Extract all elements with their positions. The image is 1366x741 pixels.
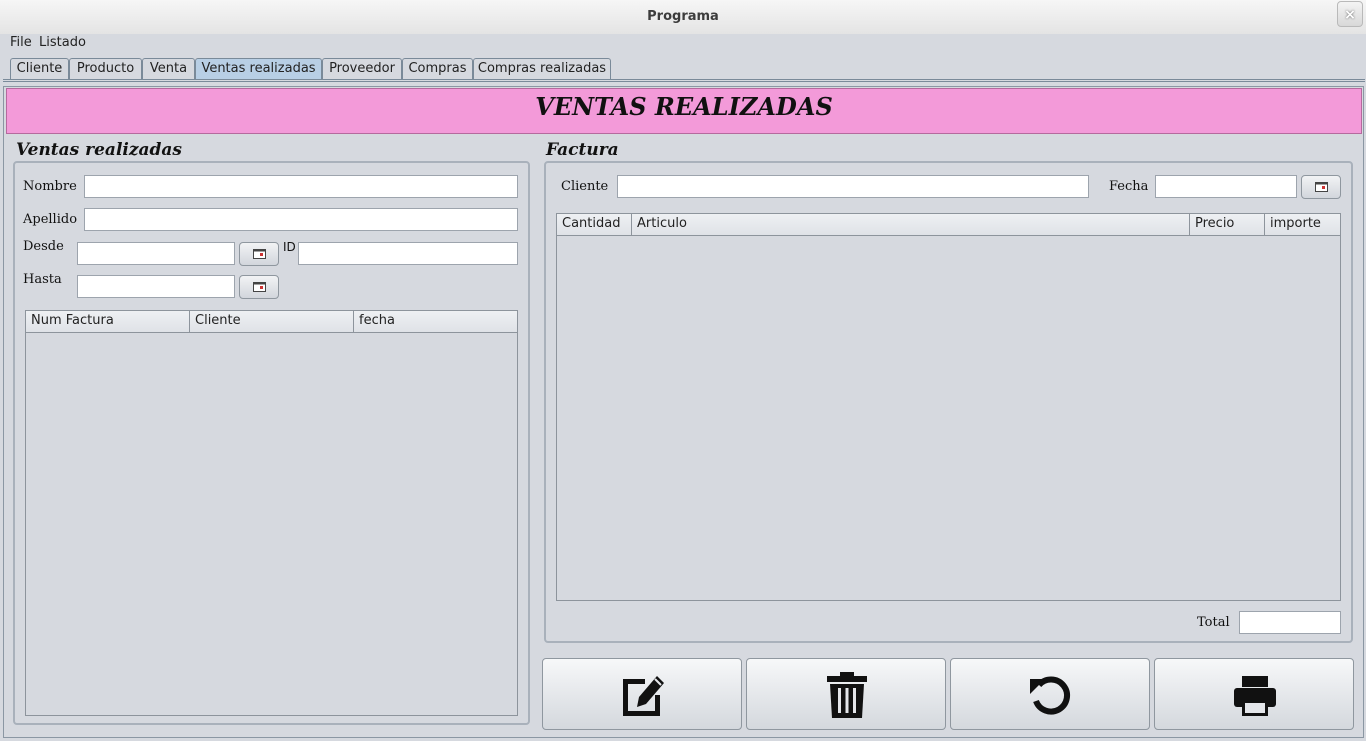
menu-listado[interactable]: Listado (39, 35, 86, 50)
column-cantidad[interactable]: Cantidad (557, 214, 632, 235)
hasta-field[interactable] (77, 275, 235, 298)
title-bar: Programa × (0, 0, 1366, 35)
tab-ventas-realizadas[interactable]: Ventas realizadas (195, 58, 322, 79)
tab-compras[interactable]: Compras (402, 58, 473, 79)
ventas-table[interactable]: Num Factura Cliente fecha (25, 310, 518, 716)
tab-cliente[interactable]: Cliente (10, 58, 69, 79)
column-fecha[interactable]: fecha (354, 311, 517, 332)
column-articulo[interactable]: Articulo (632, 214, 1190, 235)
calendar-icon (253, 249, 266, 259)
factura-table-header: Cantidad Articulo Precio importe (557, 214, 1340, 236)
calendar-icon (253, 282, 266, 292)
page-title: VENTAS REALIZADAS (535, 92, 833, 121)
factura-table[interactable]: Cantidad Articulo Precio importe (556, 213, 1341, 601)
window-title: Programa (647, 9, 719, 24)
delete-button[interactable] (746, 658, 946, 730)
refresh-button[interactable] (950, 658, 1150, 730)
nombre-field[interactable] (84, 175, 518, 198)
tab-proveedor[interactable]: Proveedor (322, 58, 402, 79)
hasta-calendar-button[interactable] (239, 275, 279, 299)
trash-icon (827, 672, 867, 718)
column-num-factura[interactable]: Num Factura (26, 311, 190, 332)
desde-label: Desde (23, 239, 64, 254)
cliente-label: Cliente (561, 179, 609, 194)
nombre-label: Nombre (23, 179, 77, 194)
column-precio[interactable]: Precio (1190, 214, 1265, 235)
calendar-icon (1315, 182, 1328, 192)
hasta-label: Hasta (23, 272, 62, 287)
desde-field[interactable] (77, 242, 235, 265)
column-cliente[interactable]: Cliente (190, 311, 354, 332)
tab-separator (3, 79, 1365, 82)
page-banner: VENTAS REALIZADAS (6, 88, 1362, 134)
edit-icon (623, 676, 664, 716)
ventas-table-header: Num Factura Cliente fecha (26, 311, 517, 333)
tab-producto[interactable]: Producto (69, 58, 142, 79)
id-field[interactable] (298, 242, 518, 265)
id-label: ID (283, 240, 296, 254)
fecha-calendar-button[interactable] (1301, 175, 1341, 199)
tab-venta[interactable]: Venta (142, 58, 195, 79)
apellido-label: Apellido (23, 212, 78, 227)
tab-compras-realizadas[interactable]: Compras realizadas (473, 58, 611, 79)
edit-button[interactable] (542, 658, 742, 730)
fecha-label: Fecha (1109, 179, 1149, 194)
left-panel-title: Ventas realizadas (16, 140, 183, 160)
menu-bar: File Listado (0, 34, 1366, 54)
total-label: Total (1197, 615, 1230, 630)
total-field[interactable] (1239, 611, 1341, 634)
apellido-field[interactable] (84, 208, 518, 231)
right-panel-title: Factura (546, 140, 619, 160)
print-button[interactable] (1154, 658, 1354, 730)
column-importe[interactable]: importe (1265, 214, 1340, 235)
printer-icon (1234, 676, 1276, 716)
refresh-icon (1030, 676, 1071, 715)
menu-file[interactable]: File (10, 35, 32, 50)
fecha-field[interactable] (1155, 175, 1297, 198)
cliente-field[interactable] (617, 175, 1089, 198)
desde-calendar-button[interactable] (239, 242, 279, 266)
close-button[interactable]: × (1337, 1, 1363, 27)
